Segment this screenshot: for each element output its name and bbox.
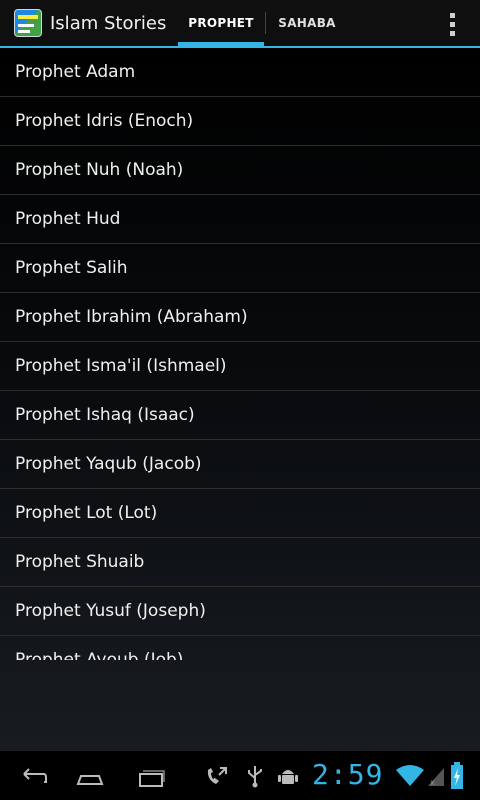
signal-icon: x [428, 768, 444, 787]
list-item[interactable]: Prophet Lot (Lot) [0, 489, 480, 538]
list-item[interactable]: Prophet Adam [0, 48, 480, 97]
list-item[interactable]: Prophet Salih [0, 244, 480, 293]
navigation-bar: 2:59 x [0, 752, 480, 800]
tab-prophet-label: PROPHET [188, 16, 254, 30]
list-item[interactable]: Prophet Hud [0, 195, 480, 244]
status-clock: 2:59 [312, 758, 384, 791]
list-item[interactable]: Prophet Yusuf (Joseph) [0, 587, 480, 636]
home-button[interactable] [70, 760, 110, 792]
tab-selected-indicator [178, 42, 264, 46]
recent-apps-button[interactable] [130, 760, 170, 792]
list-item[interactable]: Prophet Nuh (Noah) [0, 146, 480, 195]
prophet-list[interactable]: Prophet Adam Prophet Idris (Enoch) Proph… [0, 48, 480, 660]
back-icon [23, 768, 47, 783]
list-item[interactable]: Prophet Yaqub (Jacob) [0, 440, 480, 489]
overflow-menu-icon[interactable] [440, 10, 464, 38]
app-logo-icon[interactable] [14, 9, 42, 37]
list-item[interactable]: Prophet Ishaq (Isaac) [0, 391, 480, 440]
list-item[interactable]: Prophet Ibrahim (Abraham) [0, 293, 480, 342]
action-bar: Islam Stories PROPHET SAHABA [0, 0, 480, 48]
svg-text:x: x [430, 778, 435, 787]
back-button[interactable] [12, 760, 52, 792]
tab-prophet[interactable]: PROPHET [178, 0, 264, 46]
tab-sahaba-label: SAHABA [278, 16, 336, 30]
home-icon [76, 775, 104, 785]
app-title: Islam Stories [50, 13, 167, 34]
list-item[interactable]: Prophet Ayoub (Job) [0, 636, 480, 660]
usb-icon [248, 766, 262, 788]
tab-sahaba[interactable]: SAHABA [266, 0, 348, 46]
android-debug-icon [278, 770, 298, 784]
list-area: Prophet Adam Prophet Idris (Enoch) Proph… [0, 48, 480, 751]
list-item[interactable]: Prophet Shuaib [0, 538, 480, 587]
list-item[interactable]: Prophet Isma'il (Ishmael) [0, 342, 480, 391]
list-item[interactable]: Prophet Idris (Enoch) [0, 97, 480, 146]
call-forward-icon [207, 767, 227, 784]
wifi-icon [396, 765, 424, 786]
battery-charging-icon [451, 762, 463, 789]
recent-apps-icon [139, 770, 165, 787]
